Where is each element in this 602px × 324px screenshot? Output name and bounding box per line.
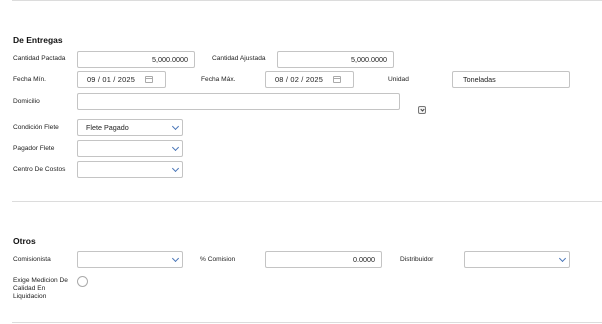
comision-value: 0.0000 [353,255,375,264]
collapse-toggle-icon[interactable] [418,106,426,114]
comision-label: % Comision [200,256,236,263]
chevron-down-icon [558,254,567,263]
centro-costos-label: Centro De Costos [13,166,66,173]
domicilio-label: Domicilio [13,98,40,105]
bottom-divider [12,322,602,323]
unidad-value: Toneladas [463,75,496,84]
fecha-min-label: Fecha Mín. [13,76,46,83]
domicilio-input[interactable] [77,93,400,110]
cantidad-pactada-value: 5,000.0000 [152,55,188,64]
chevron-down-icon [171,164,180,173]
comision-input[interactable]: 0.0000 [265,251,382,268]
condicion-flete-label: Condición Flete [13,124,59,131]
condicion-flete-value: Flete Pagado [86,123,129,132]
chevron-down-icon [420,106,425,112]
fecha-max-label: Fecha Máx. [201,76,236,83]
top-divider [12,0,602,1]
section-title-otros: Otros [13,236,36,246]
unidad-label: Unidad [388,76,409,83]
comisionista-label: Comisionista [13,256,51,263]
cantidad-ajustada-input[interactable]: 5,000.0000 [277,51,394,68]
chevron-down-icon [171,143,180,152]
fecha-max-input[interactable]: 08 / 02 / 2025 [265,71,354,88]
fecha-min-input[interactable]: 09 / 01 / 2025 [77,71,166,88]
unidad-input[interactable]: Toneladas [452,71,570,88]
fecha-max-value: 08 / 02 / 2025 [275,75,324,84]
condicion-flete-select[interactable]: Flete Pagado [77,119,183,136]
chevron-down-icon [171,122,180,131]
section-divider [12,201,602,202]
calendar-icon[interactable] [145,76,153,83]
exige-medicion-label: Exige Medicion De Calidad En Liquidacion [13,277,68,300]
cantidad-ajustada-value: 5,000.0000 [351,55,387,64]
section-title-entregas: De Entregas [13,35,63,45]
distribuidor-label: Distribuidor [400,256,434,263]
fecha-min-value: 09 / 01 / 2025 [87,75,136,84]
chevron-down-icon [171,254,180,263]
pagador-flete-select[interactable] [77,140,183,157]
exige-medicion-toggle[interactable] [77,276,88,287]
cantidad-ajustada-label: Cantidad Ajustada [212,55,266,62]
pagador-flete-label: Pagador Flete [13,145,55,152]
distribuidor-select[interactable] [464,251,570,268]
calendar-icon[interactable] [333,76,341,83]
cantidad-pactada-input[interactable]: 5,000.0000 [77,51,195,68]
centro-costos-select[interactable] [77,161,183,178]
cantidad-pactada-label: Cantidad Pactada [13,55,66,62]
comisionista-select[interactable] [77,251,183,268]
